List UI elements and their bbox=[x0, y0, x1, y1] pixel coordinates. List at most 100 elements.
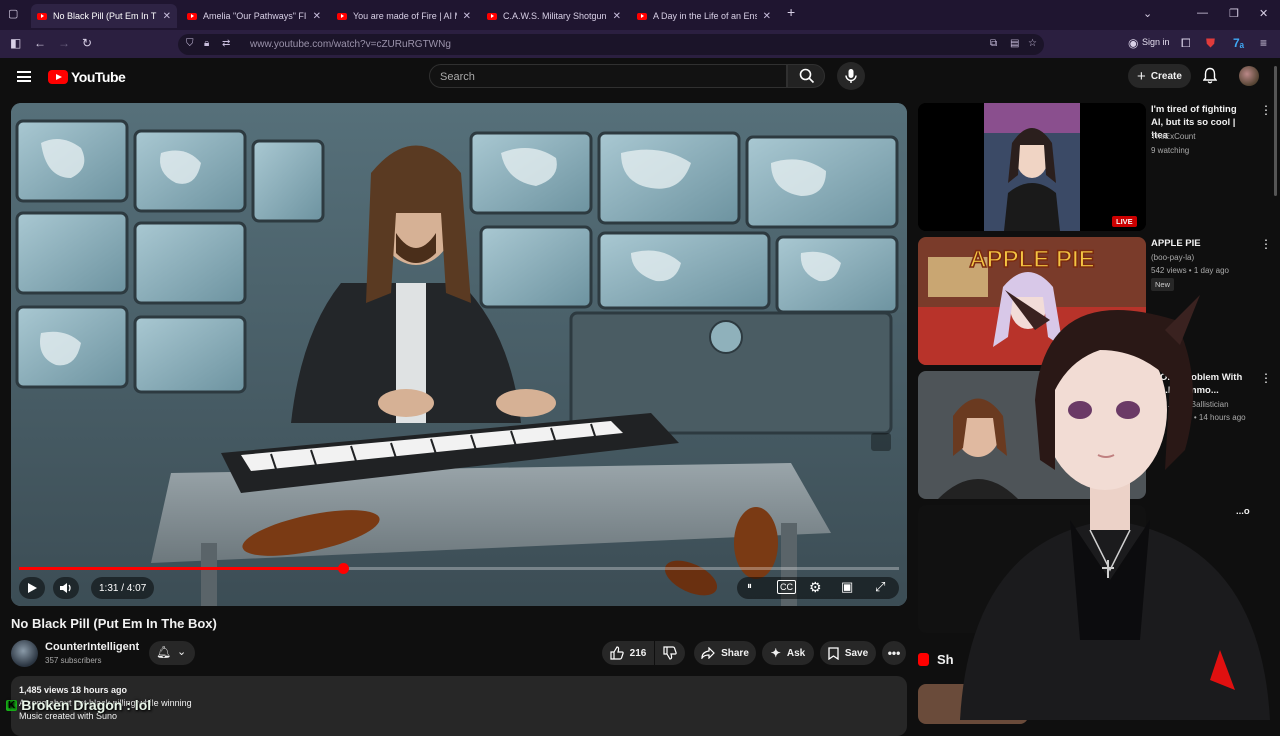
close-window-icon[interactable]: ✕ bbox=[1259, 7, 1268, 20]
address-bar[interactable]: ⛉ 🔒︎ ⇄ www.youtube.com/watch?v=cZURuRGTW… bbox=[178, 34, 1044, 55]
browser-tab-3[interactable]: You are made of Fire | AI Music ✕ bbox=[331, 4, 477, 28]
progress-scrubber[interactable] bbox=[337, 563, 349, 574]
new-tab-icon[interactable]: + bbox=[787, 4, 795, 20]
voice-search-button[interactable] bbox=[837, 62, 865, 90]
recommendation-channel[interactable]: TheExCount bbox=[1151, 132, 1195, 141]
browser-tab-2[interactable]: Amelia "Our Pathways" FINAL ✕ bbox=[181, 4, 327, 28]
player-right-controls: ⏸︎ CC ⚙︎ ▣ ⤢ bbox=[737, 577, 899, 599]
reload-icon[interactable]: ↻ bbox=[82, 36, 92, 50]
ublock-icon[interactable]: ⛊ bbox=[1206, 36, 1215, 51]
page-scrollbar[interactable] bbox=[1274, 66, 1277, 196]
shield-icon[interactable]: ⛉ bbox=[186, 38, 194, 49]
logo-text: YouTube bbox=[71, 69, 126, 85]
translate-extension-icon[interactable]: 7ₐ bbox=[1233, 36, 1244, 50]
notification-preference-button[interactable]: 🔔︎ ⌄ bbox=[149, 641, 195, 665]
share-button[interactable]: Share bbox=[694, 641, 756, 665]
menu-icon[interactable]: ≡ bbox=[1260, 36, 1267, 50]
dislike-button[interactable] bbox=[655, 641, 685, 665]
fullscreen-icon[interactable]: ⤢ bbox=[875, 579, 885, 595]
youtube-play-logo-icon bbox=[48, 70, 68, 84]
progress-bar[interactable] bbox=[19, 563, 899, 574]
browser-tab-5[interactable]: A Day in the Life of an Ensh*ttif ✕ bbox=[631, 4, 777, 28]
recommendation-channel[interactable]: (boo-pay-la) bbox=[1151, 253, 1194, 262]
picture-in-picture-icon[interactable]: ⧉ bbox=[990, 38, 997, 49]
search-input[interactable]: Search bbox=[429, 64, 787, 88]
youtube-favicon-icon bbox=[187, 12, 197, 20]
forward-icon[interactable]: → bbox=[58, 36, 70, 50]
chat-message: Broken Dragon : lol bbox=[21, 697, 152, 713]
plus-icon: + bbox=[1137, 67, 1146, 85]
more-vertical-icon[interactable]: ⋮ bbox=[1260, 237, 1272, 251]
save-label: Save bbox=[844, 647, 869, 659]
play-button[interactable] bbox=[19, 577, 45, 599]
maximize-icon[interactable]: ❐ bbox=[1229, 7, 1239, 20]
bell-icon: 🔔︎ bbox=[156, 645, 172, 659]
user-avatar[interactable] bbox=[1239, 66, 1259, 86]
close-tab-icon[interactable]: ✕ bbox=[763, 11, 771, 22]
video-title: No Black Pill (Put Em In The Box) bbox=[11, 616, 217, 631]
volume-icon bbox=[60, 583, 71, 593]
more-vertical-icon[interactable]: ⋮ bbox=[1260, 103, 1272, 117]
ask-label: Ask bbox=[786, 647, 806, 659]
live-badge: LIVE bbox=[1112, 216, 1137, 227]
bookmark-star-icon[interactable]: ☆ bbox=[1028, 38, 1037, 49]
youtube-favicon-icon bbox=[487, 12, 497, 20]
save-playlist-icon bbox=[828, 646, 839, 660]
hamburger-menu-icon[interactable] bbox=[17, 71, 31, 82]
minimize-icon[interactable]: — bbox=[1197, 7, 1208, 19]
thumbs-up-icon bbox=[610, 646, 624, 660]
recommendation-title[interactable]: APPLE PIE bbox=[1151, 237, 1251, 250]
youtube-logo[interactable]: YouTube bbox=[48, 69, 126, 85]
recommendation-stats: 9 watching bbox=[1151, 146, 1190, 155]
stream-chat-overlay: K Broken Dragon : lol bbox=[6, 697, 151, 713]
create-button[interactable]: + Create bbox=[1128, 64, 1191, 88]
notifications-bell-icon[interactable] bbox=[1203, 67, 1217, 84]
browser-tab-4[interactable]: C.A.W.S. Military Shotgun | Tale ✕ bbox=[481, 4, 627, 28]
chevron-down-icon[interactable]: ⌄ bbox=[1143, 7, 1152, 20]
sidebar-toggle-icon[interactable]: ◧ bbox=[10, 36, 21, 50]
sign-in-button[interactable]: Sign in bbox=[1142, 37, 1170, 47]
share-label: Share bbox=[721, 647, 749, 659]
mute-button[interactable] bbox=[53, 577, 79, 599]
search-placeholder: Search bbox=[440, 71, 475, 83]
close-tab-icon[interactable]: ✕ bbox=[163, 11, 171, 22]
more-horizontal-icon: ••• bbox=[887, 646, 901, 660]
browser-tab-strip: ▢ No Black Pill (Put Em In The Box ✕ Ame… bbox=[0, 0, 1280, 30]
url-text[interactable]: www.youtube.com/watch?v=cZURuRGTWNg bbox=[250, 39, 451, 50]
account-icon[interactable]: ◉ bbox=[1128, 36, 1138, 50]
channel-avatar[interactable] bbox=[11, 640, 38, 667]
close-tab-icon[interactable]: ✕ bbox=[613, 11, 621, 22]
site-settings-icon[interactable]: ⇄ bbox=[222, 38, 230, 49]
reader-view-icon[interactable]: ▤ bbox=[1010, 38, 1019, 49]
time-display: 1:31 / 4:07 bbox=[91, 577, 155, 599]
back-icon[interactable]: ← bbox=[34, 36, 46, 50]
browser-tab-1[interactable]: No Black Pill (Put Em In The Box ✕ bbox=[31, 4, 177, 28]
save-button[interactable]: Save bbox=[820, 641, 876, 665]
close-tab-icon[interactable]: ✕ bbox=[313, 11, 321, 22]
vtuber-avatar-overlay bbox=[960, 290, 1270, 720]
create-label: Create bbox=[1150, 70, 1182, 82]
ask-button[interactable]: ✦ Ask bbox=[762, 641, 814, 665]
view-count-date: 1,485 views 18 hours ago bbox=[19, 685, 128, 695]
channel-name[interactable]: CounterIntelligent bbox=[45, 641, 139, 653]
tab-menu-icon[interactable]: ▢ bbox=[8, 7, 18, 20]
play-icon bbox=[28, 583, 37, 593]
share-icon bbox=[701, 647, 715, 659]
kick-logo-icon: K bbox=[6, 699, 18, 711]
miniplayer-icon[interactable]: ▣ bbox=[841, 579, 853, 595]
lock-icon[interactable]: 🔒︎ bbox=[204, 38, 209, 49]
recommendation-thumbnail[interactable] bbox=[918, 103, 1146, 231]
like-button[interactable]: 216 bbox=[602, 641, 654, 665]
search-icon bbox=[799, 68, 815, 84]
close-tab-icon[interactable]: ✕ bbox=[463, 11, 471, 22]
captions-icon[interactable]: CC bbox=[777, 580, 796, 594]
time-text: 1:31 / 4:07 bbox=[99, 582, 147, 594]
extensions-icon[interactable]: ⧠ bbox=[1181, 36, 1191, 51]
tab-title: C.A.W.S. Military Shotgun | Tale bbox=[503, 11, 607, 21]
autoplay-toggle-icon[interactable]: ⏸︎ bbox=[747, 581, 752, 592]
more-actions-button[interactable]: ••• bbox=[882, 641, 906, 665]
video-player[interactable]: 1:31 / 4:07 ⏸︎ CC ⚙︎ ▣ ⤢ bbox=[11, 103, 907, 606]
settings-gear-icon[interactable]: ⚙︎ bbox=[809, 579, 822, 596]
search-button[interactable] bbox=[787, 64, 825, 88]
shorts-icon bbox=[918, 653, 929, 666]
